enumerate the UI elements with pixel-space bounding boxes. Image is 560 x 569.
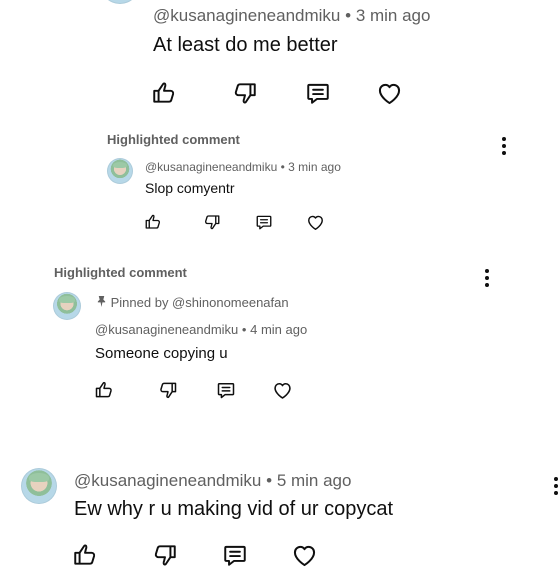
- dislike-icon[interactable]: [203, 213, 221, 231]
- meta-separator: •: [241, 322, 247, 337]
- dislike-icon[interactable]: [158, 380, 178, 400]
- pinned-by-row: Pinned by @shinonomeenafan: [96, 295, 289, 310]
- like-icon[interactable]: [151, 80, 177, 106]
- comment-meta: @kusanagineneandmiku • 3 min ago: [153, 6, 430, 26]
- comment-time[interactable]: 5 min ago: [277, 471, 352, 490]
- comment-meta: @kusanagineneandmiku • 3 min ago: [145, 160, 341, 174]
- comment-time[interactable]: 3 min ago: [288, 160, 341, 174]
- avatar[interactable]: [100, 0, 140, 4]
- highlighted-comment-label: Highlighted comment: [54, 265, 187, 280]
- reply-icon[interactable]: [305, 80, 331, 106]
- comment-author[interactable]: @kusanagineneandmiku: [153, 6, 340, 25]
- comment-author[interactable]: @kusanagineneandmiku: [95, 322, 238, 337]
- pinned-by-text[interactable]: Pinned by @shinonomeenafan: [111, 295, 289, 310]
- more-vertical-icon[interactable]: [502, 137, 506, 158]
- reply-icon[interactable]: [222, 542, 248, 568]
- comment-author[interactable]: @kusanagineneandmiku: [145, 160, 277, 174]
- dislike-icon[interactable]: [152, 542, 178, 568]
- dislike-icon[interactable]: [232, 80, 258, 106]
- meta-separator: •: [345, 6, 352, 25]
- comment-meta: @kusanagineneandmiku • 5 min ago: [74, 471, 351, 491]
- avatar[interactable]: [53, 292, 81, 320]
- avatar[interactable]: [107, 158, 133, 184]
- comment-text: Ew why r u making vid of ur copycat: [74, 498, 394, 520]
- avatar[interactable]: [21, 468, 57, 504]
- heart-icon[interactable]: [291, 542, 318, 569]
- more-vertical-icon[interactable]: [554, 477, 558, 498]
- reply-icon[interactable]: [255, 213, 273, 231]
- pin-icon: [96, 295, 107, 308]
- like-icon[interactable]: [94, 380, 114, 400]
- comment-meta: @kusanagineneandmiku • 4 min ago: [95, 322, 307, 337]
- comment-text: Slop comyentr: [145, 180, 235, 196]
- heart-icon[interactable]: [376, 80, 403, 107]
- meta-separator: •: [280, 160, 285, 174]
- like-icon[interactable]: [72, 542, 98, 568]
- more-vertical-icon[interactable]: [485, 269, 489, 290]
- heart-icon[interactable]: [306, 213, 325, 232]
- reply-icon[interactable]: [216, 380, 236, 400]
- comment-text: Someone copying u: [95, 345, 228, 362]
- comment-time[interactable]: 4 min ago: [250, 322, 307, 337]
- like-icon[interactable]: [144, 213, 162, 231]
- heart-icon[interactable]: [272, 380, 293, 401]
- highlighted-comment-label: Highlighted comment: [107, 132, 240, 147]
- meta-separator: •: [266, 471, 273, 490]
- comment-author[interactable]: @kusanagineneandmiku: [74, 471, 261, 490]
- comment-time[interactable]: 3 min ago: [356, 6, 431, 25]
- comment-text: At least do me better: [153, 34, 338, 56]
